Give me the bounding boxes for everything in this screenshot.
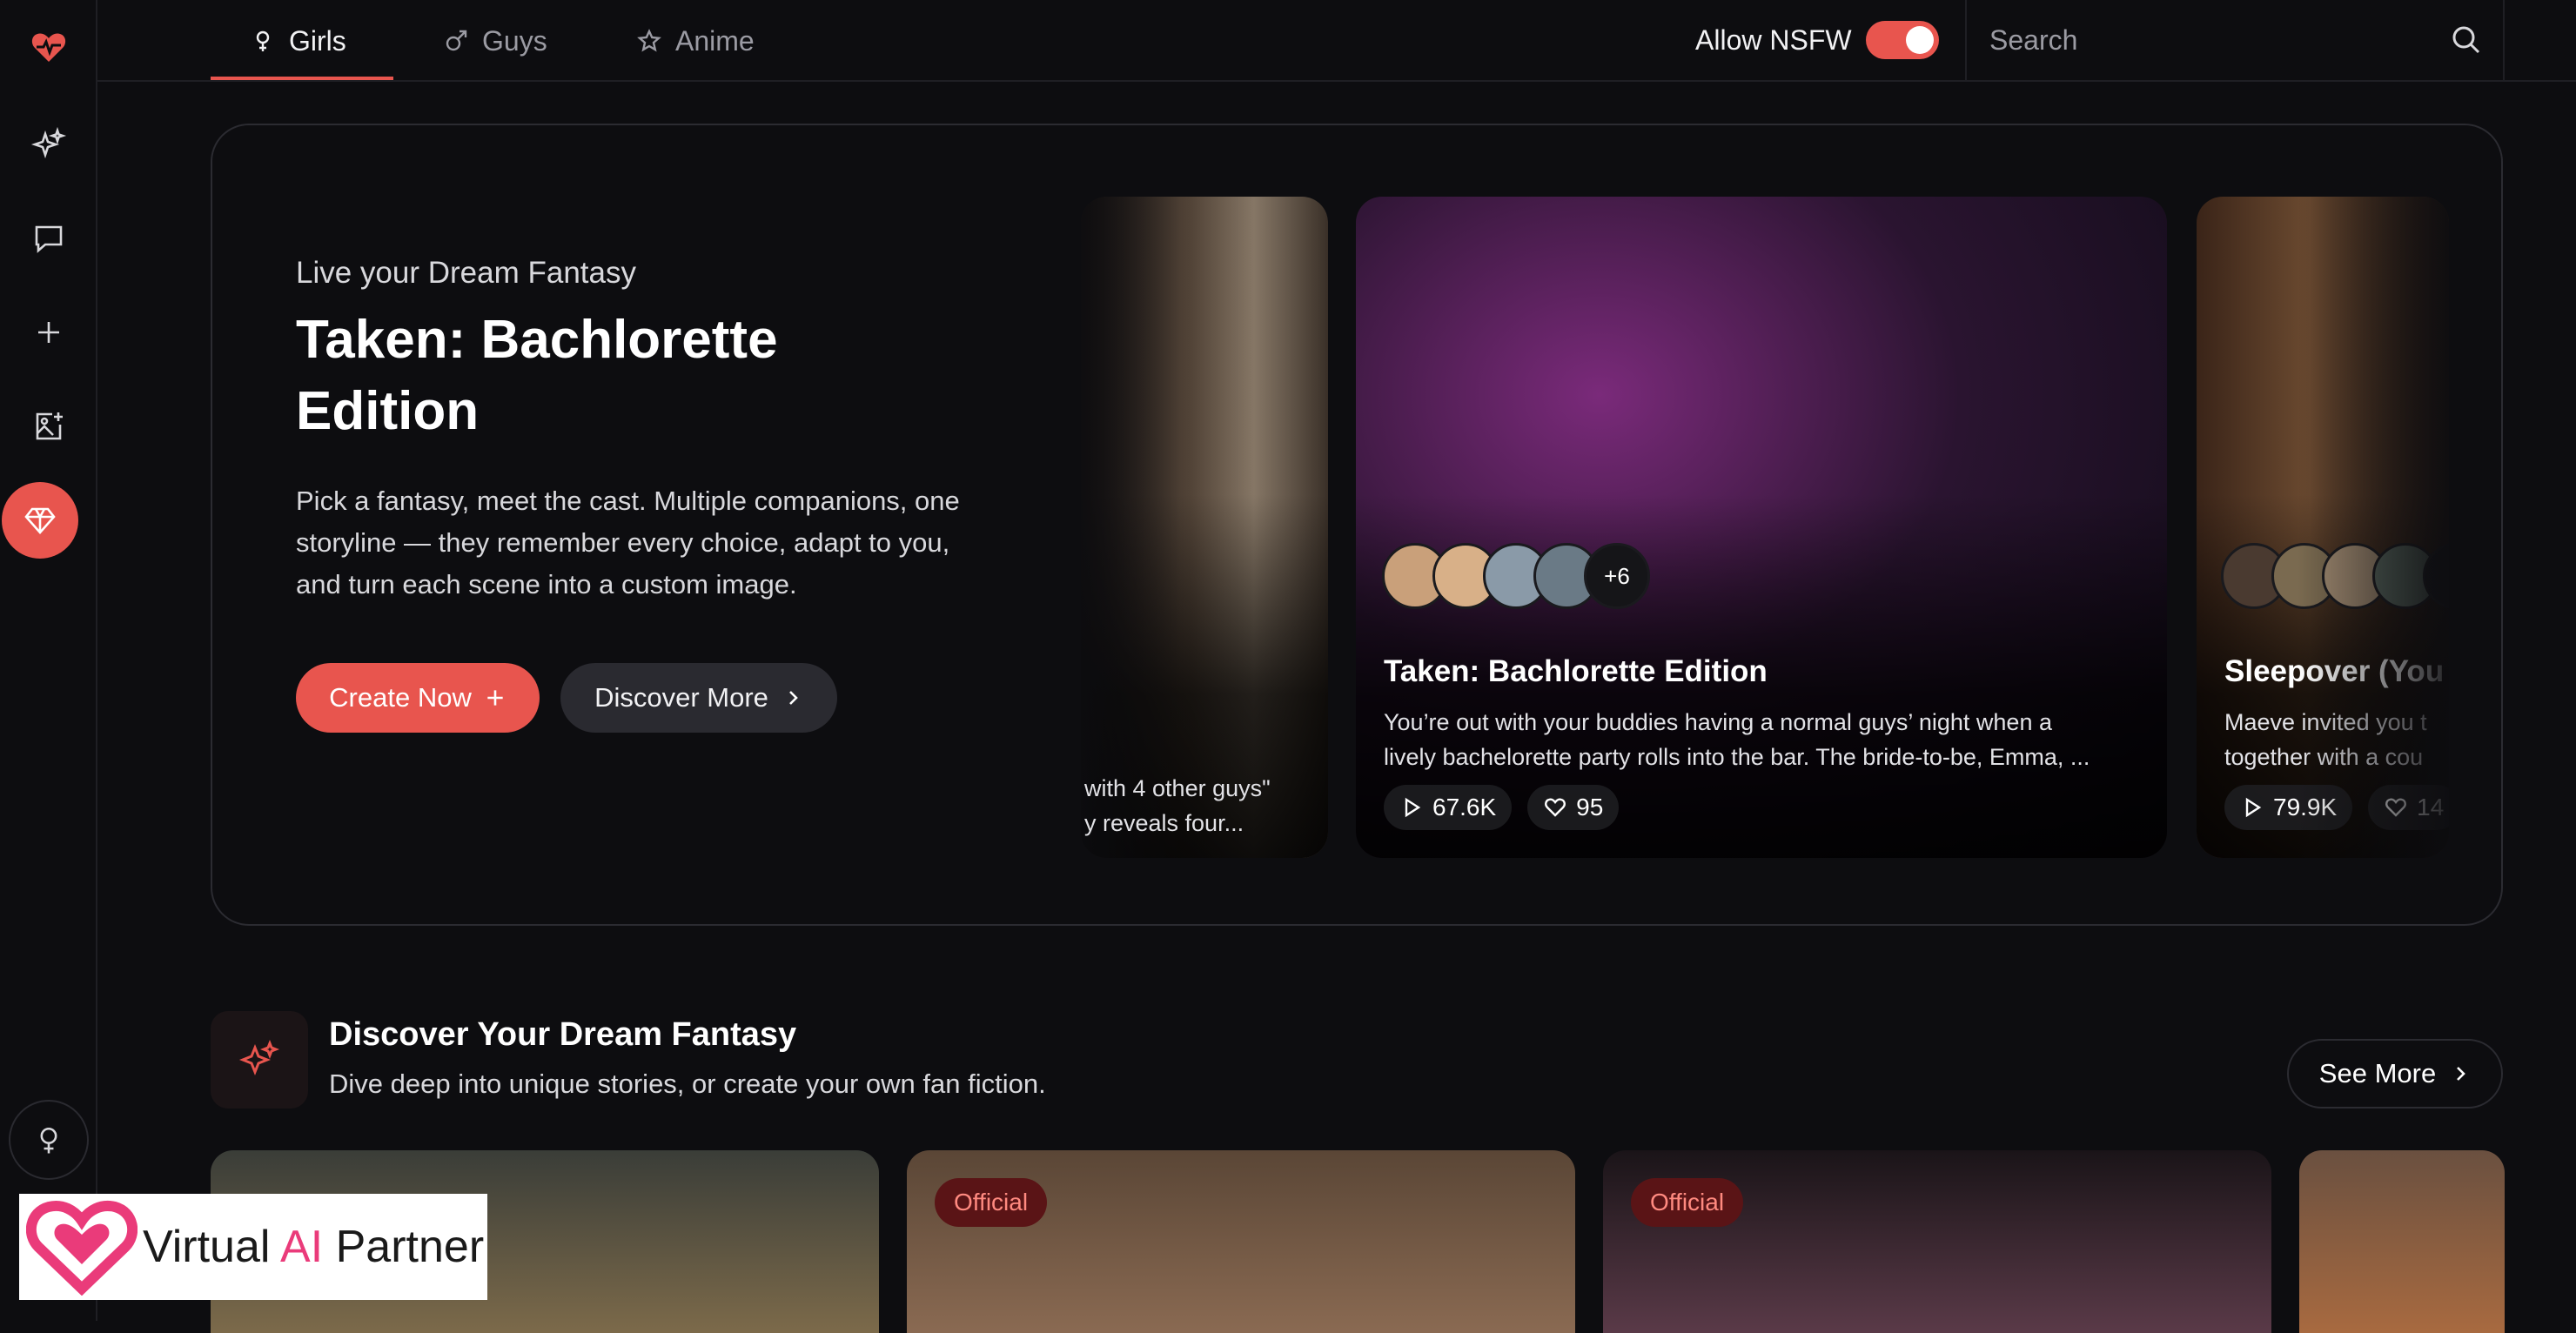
watermark-text-ai: AI [280,1222,324,1272]
story-card-featured[interactable]: +6 Taken: Bachlorette Edition You’re out… [1356,197,2167,858]
cast-avatars: +6 [1382,543,1650,609]
hero-eyebrow: Live your Dream Fantasy [296,256,636,290]
card-fade [2298,197,2449,858]
toggle-knob [1906,26,1934,54]
tab-guys[interactable]: Guys [444,0,547,82]
likes-stat[interactable]: 95 [1527,785,1620,830]
hero-banner: Live your Dream Fantasy Taken: Bachloret… [211,124,2503,926]
card-desc-line: with 4 other guys" [1084,775,1271,801]
plus-icon [487,690,503,706]
card-desc-line: y reveals four... [1084,810,1244,836]
card-description: You’re out with your buddies having a no… [1384,705,2150,774]
story-card-prev[interactable]: with 4 other guys" y reveals four... [1081,197,1328,858]
active-tab-indicator [211,77,393,80]
chevron-right-icon [788,691,798,705]
tab-anime-label: Anime [675,24,755,57]
card-fade [1081,197,1328,858]
plus-icon[interactable] [16,299,82,365]
female-icon [256,30,270,51]
hero-description: Pick a fantasy, meet the cast. Multiple … [296,486,960,600]
fantasy-tile[interactable]: Official [907,1150,1575,1333]
fantasy-tile[interactable] [2299,1150,2505,1333]
watermark-logo: Virtual AI Partner [19,1194,487,1300]
heart-logo-icon [26,1201,138,1296]
top-bar: Girls Guys Anime Allow NSFW [97,0,2576,82]
see-more-button[interactable]: See More [2287,1039,2503,1109]
watermark-text: Virtual AI Partner [143,1221,484,1273]
tab-anime[interactable]: Anime [637,0,755,82]
badge-label: Official [1650,1189,1725,1216]
story-card-next[interactable]: + Sleepover (You Maeve invited you t tog… [2197,197,2449,858]
hero-title: Taken: Bachlorette Edition [296,310,778,441]
tab-girls-label: Girls [289,24,346,57]
heart-icon [1545,798,1566,817]
discover-subtitle: Dive deep into unique stories, or create… [329,1068,1046,1099]
sidebar [0,0,97,1321]
image-plus-icon[interactable] [16,393,82,459]
card-desc-line: lively bachelorette party rolls into the… [1384,744,2090,770]
see-more-label: See More [2318,1058,2437,1089]
plays-count: 67.6K [1432,794,1497,821]
plays-stat: 67.6K [1384,785,1513,830]
card-title: Taken: Bachlorette Edition [1384,654,1768,688]
nsfw-toggle[interactable] [1866,21,1939,59]
tab-girls[interactable]: Girls [251,0,346,82]
sparkles-icon[interactable] [16,111,82,178]
female-icon[interactable] [9,1100,89,1180]
create-now-button[interactable]: Create Now [296,663,540,733]
gem-icon[interactable] [2,482,78,559]
create-now-label: Create Now [329,682,472,713]
card-stats: 67.6K 95 [1384,785,1620,830]
chat-icon[interactable] [16,205,82,271]
card-description: with 4 other guys" y reveals four... [1081,771,1307,841]
badge-label: Official [954,1189,1029,1216]
likes-count: 95 [1576,794,1604,821]
official-badge: Official [935,1178,1048,1227]
star-icon [637,29,661,52]
official-badge: Official [1631,1178,1744,1227]
nsfw-label: Allow NSFW [1695,24,1852,56]
chevron-right-icon [2457,1067,2466,1081]
more-avatars-count: +6 [1584,543,1650,609]
discover-more-label: Discover More [594,682,768,713]
watermark-text-post: Partner [323,1222,485,1272]
logo-heart-icon[interactable] [16,14,82,80]
discover-title: Discover Your Dream Fantasy [329,1016,797,1053]
male-icon [446,30,467,51]
search-input[interactable] [1988,19,2423,61]
sparkles-icon [238,1039,280,1076]
play-icon [1405,797,1421,818]
search-icon[interactable] [2449,23,2484,57]
watermark-text-pre: Virtual [143,1222,281,1272]
discover-section-icon [211,1011,308,1109]
fantasy-tile[interactable]: Official [1603,1150,2271,1333]
play-icon [2245,797,2262,818]
discover-more-button[interactable]: Discover More [560,663,837,733]
card-desc-line: You’re out with your buddies having a no… [1384,709,2052,735]
tab-guys-label: Guys [482,24,547,57]
search-box [1965,0,2505,82]
